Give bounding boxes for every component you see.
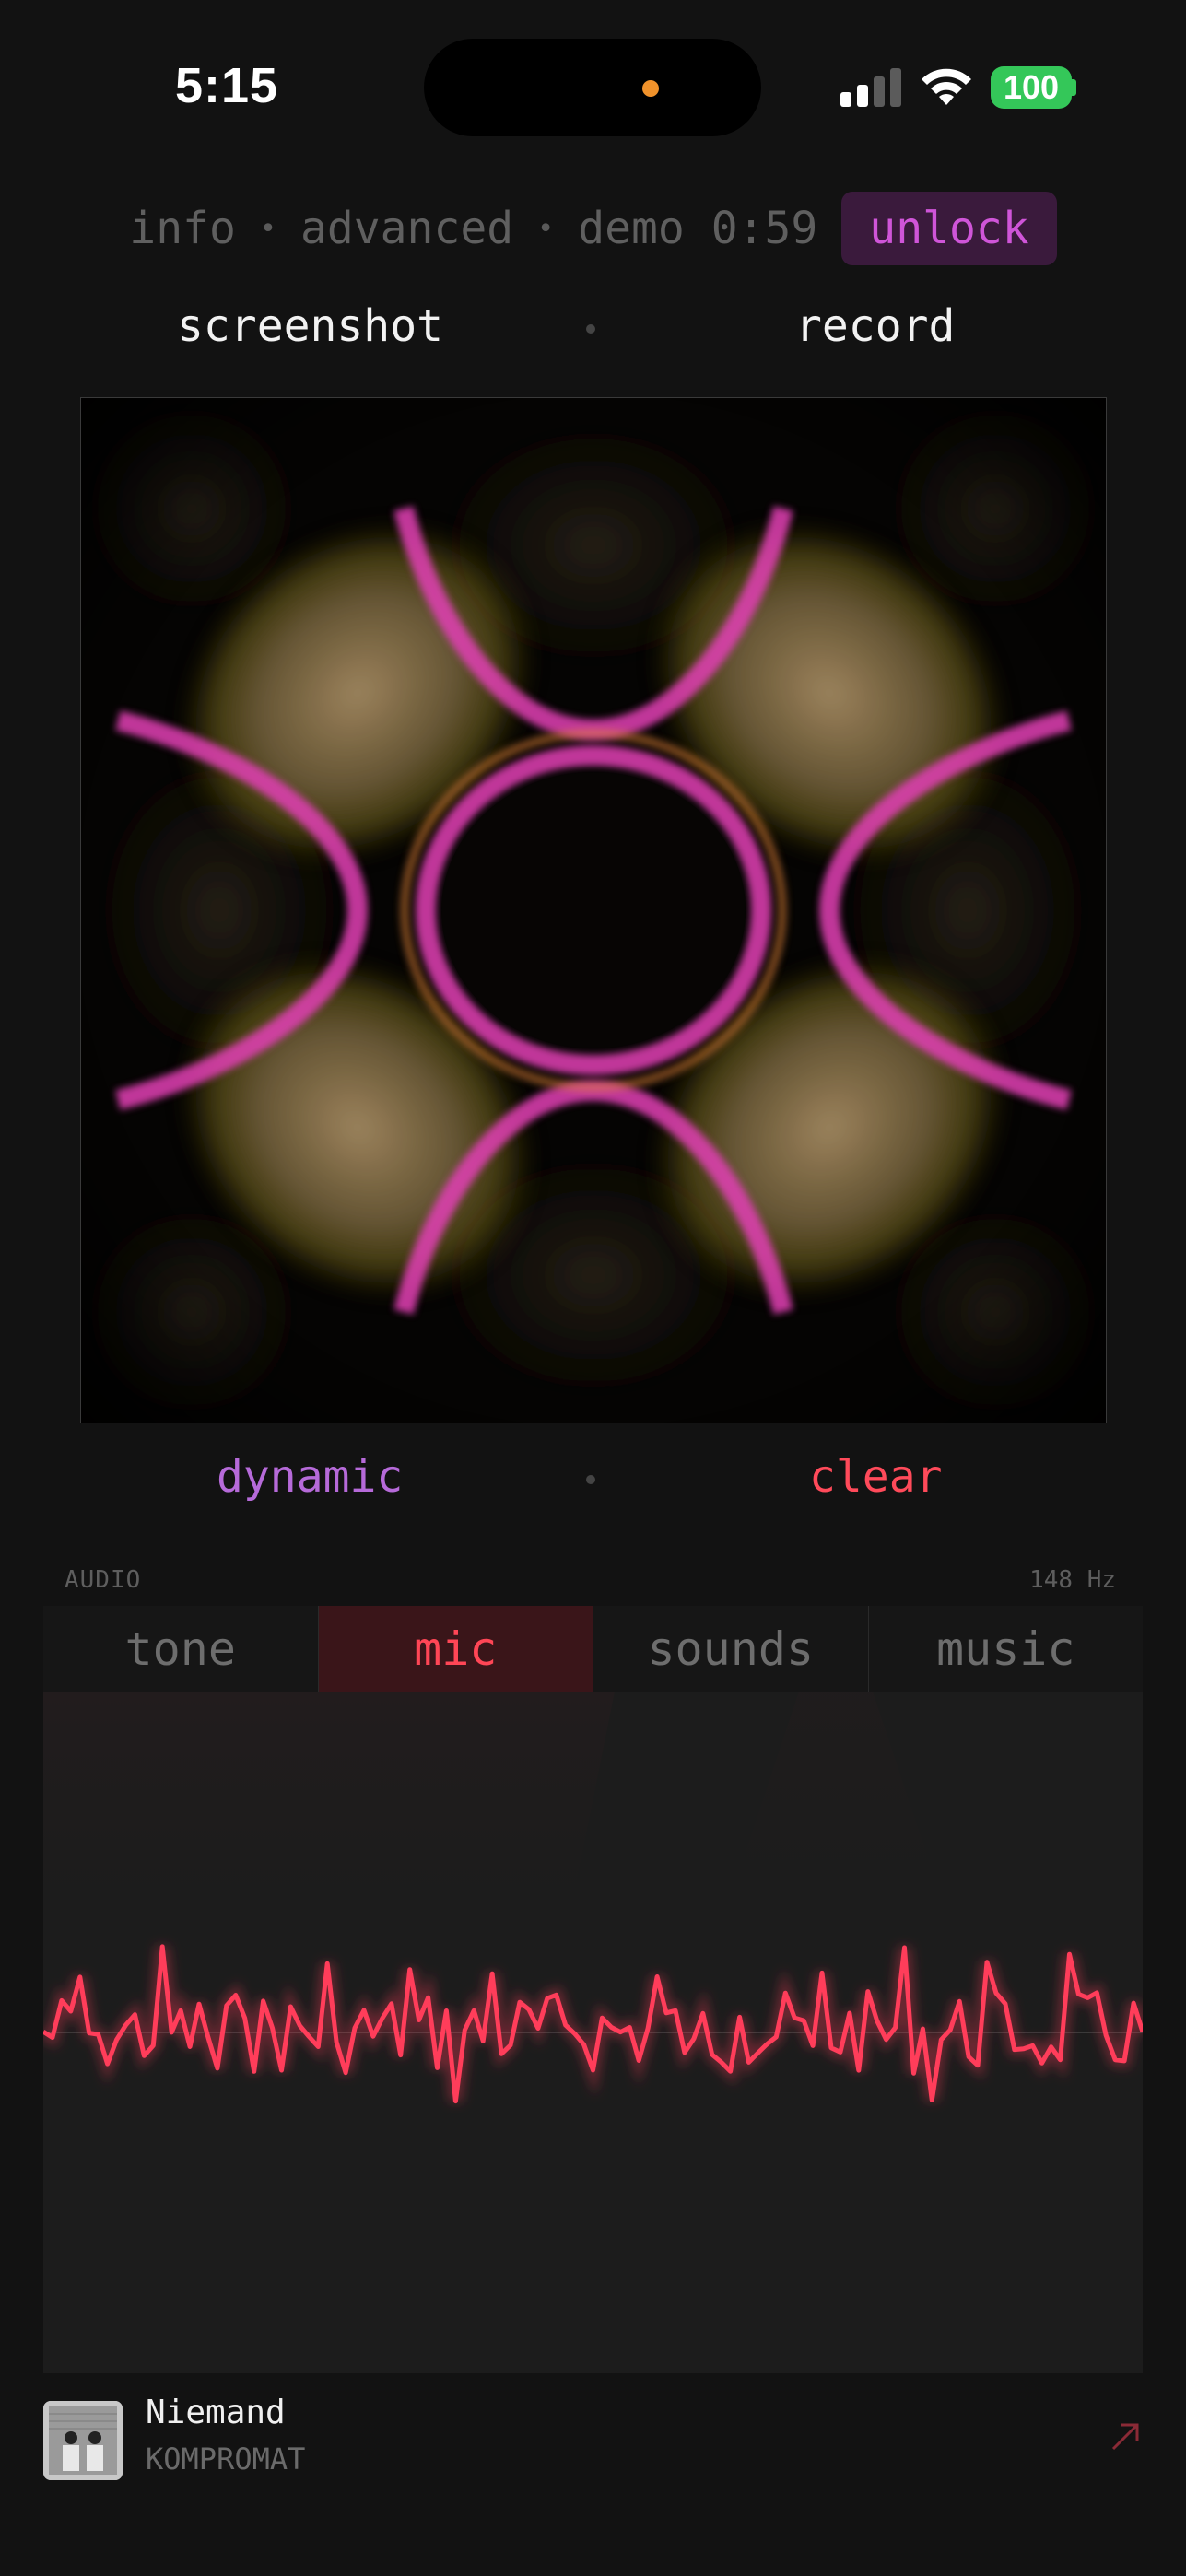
dynamic-island [424, 39, 761, 136]
mic-waveform [43, 1692, 1143, 2104]
nav-separator: • [537, 212, 555, 245]
action-separator-dot [586, 324, 595, 334]
info-link[interactable]: info [129, 203, 236, 254]
tab-tone[interactable]: tone [43, 1606, 319, 1692]
clear-button[interactable]: clear [809, 1451, 943, 1503]
status-time: 5:15 [175, 58, 279, 113]
album-art-image [43, 2401, 123, 2480]
tab-mic[interactable]: mic [318, 1606, 593, 1692]
audio-source-tabs: tone mic sounds music [43, 1606, 1143, 1692]
mic-indicator-dot [642, 80, 659, 97]
mic-waveform-panel [43, 1692, 1143, 2373]
track-title: Niemand [146, 2394, 286, 2431]
battery-nub [1072, 79, 1076, 96]
unlock-button[interactable]: unlock [841, 192, 1057, 265]
audio-section-label: AUDIO [65, 1566, 142, 1594]
battery-indicator: 100 [991, 66, 1072, 109]
wifi-icon [922, 68, 971, 105]
capture-actions: screenshot record [0, 300, 1186, 365]
mode-separator-dot [586, 1475, 595, 1484]
mode-options: dynamic clear [0, 1451, 1186, 1516]
dynamic-toggle[interactable]: dynamic [217, 1451, 403, 1503]
battery-level: 100 [1003, 68, 1060, 106]
cymatics-visualizer[interactable] [80, 397, 1107, 1423]
particle-pattern [81, 398, 1106, 1423]
album-art[interactable] [43, 2401, 123, 2480]
advanced-link[interactable]: advanced [300, 203, 513, 254]
tab-sounds[interactable]: sounds [593, 1606, 869, 1692]
tab-music[interactable]: music [868, 1606, 1143, 1692]
nav-separator: • [259, 212, 276, 245]
demo-timer: demo 0:59 [578, 203, 818, 254]
frequency-readout: 148 Hz [1029, 1566, 1116, 1594]
screenshot-button[interactable]: screenshot [177, 300, 443, 352]
top-nav: info • advanced • demo 0:59 unlock [0, 192, 1186, 265]
track-artist: KOMPROMAT [146, 2441, 306, 2476]
record-button[interactable]: record [795, 300, 955, 352]
arrow-up-right-icon[interactable] [1110, 2421, 1141, 2453]
cellular-signal-icon [840, 68, 901, 107]
